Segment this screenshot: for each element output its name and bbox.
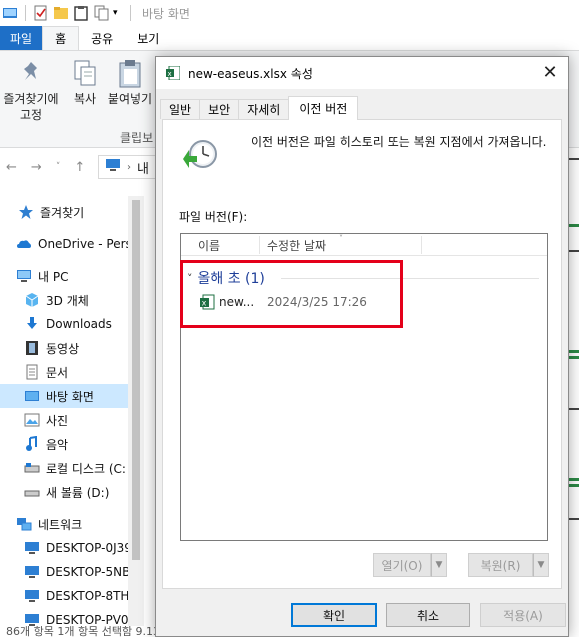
tab-general[interactable]: 일반 (160, 99, 201, 119)
address-pc-icon (105, 158, 121, 176)
star-icon (18, 204, 34, 220)
open-button[interactable]: 열기(O) (373, 553, 431, 577)
previous-versions-panel: 이전 버전은 파일 히스토리 또는 복원 지점에서 가져옵니다. 파일 버전(F… (162, 119, 562, 589)
pin-to-quick-access-button[interactable]: 즐겨찾기에 고정 (0, 59, 62, 123)
clipboard-icon[interactable] (73, 5, 89, 21)
apply-button[interactable]: 적용(A) (480, 603, 566, 627)
picture-icon (24, 412, 40, 428)
window-title: 바탕 화면 (142, 6, 190, 21)
restore-split-button: 복원(R) ▼ (468, 553, 549, 577)
drive-icon (24, 460, 40, 476)
previous-versions-description: 이전 버전은 파일 히스토리 또는 복원 지점에서 가져옵니다. (251, 135, 547, 149)
chevron-down-icon[interactable]: ▾ (113, 5, 123, 21)
properties-dialog: x new-easeus.xlsx 속성 ✕ 일반 보안 자세히 이전 버전 이… (155, 56, 569, 637)
ok-button[interactable]: 확인 (291, 603, 377, 627)
file-history-icon (181, 136, 217, 172)
recent-chevron-icon[interactable]: ˅ (56, 162, 61, 172)
sort-chevron-icon: ˅ (339, 234, 343, 243)
address-chevron-icon: › (127, 161, 131, 173)
copy-large-icon (72, 59, 98, 89)
pc-icon (16, 268, 32, 284)
nav-item-3d-objects[interactable]: 3D 개체 (24, 288, 168, 312)
restore-dropdown-chevron-icon[interactable]: ▼ (533, 553, 549, 577)
properties-icon[interactable] (33, 5, 49, 21)
nav-item-music[interactable]: 음악 (24, 432, 168, 456)
file-list-edge (568, 150, 579, 626)
cloud-icon (16, 236, 32, 252)
paste-button[interactable]: 붙여넣기 (106, 59, 154, 107)
nav-item-new-volume-d[interactable]: 새 볼륨 (D:) (24, 480, 168, 504)
music-icon (24, 436, 40, 452)
copy-button[interactable]: 복사 (68, 59, 102, 107)
excel-file-icon: x (166, 65, 181, 81)
open-dropdown-chevron-icon[interactable]: ▼ (431, 553, 447, 577)
nav-item-desktop-8th6[interactable]: DESKTOP-8TH6 (24, 584, 168, 608)
nav-scrollbar-thumb[interactable] (132, 200, 140, 560)
document-icon (24, 364, 40, 380)
column-header-name[interactable]: 이름 (198, 234, 220, 256)
nav-item-desktop-0j39[interactable]: DESKTOP-0J39 (24, 536, 168, 560)
column-header-date-modified[interactable]: 수정한 날짜 (267, 234, 326, 256)
pin-label-line1: 즐겨찾기에 (3, 92, 59, 106)
desktop-icon (24, 388, 40, 404)
address-box[interactable]: › 내 (98, 155, 158, 179)
file-versions-label: 파일 버전(F): (179, 210, 248, 224)
back-arrow-icon[interactable]: ← (6, 160, 17, 175)
tab-security[interactable]: 보안 (199, 99, 240, 119)
ribbon-tabs: 파일 홈 공유 보기 (0, 26, 579, 50)
paste-icon (117, 59, 143, 89)
drive-icon (24, 484, 40, 500)
copy-label: 복사 (73, 92, 97, 106)
computer-icon (24, 588, 40, 604)
dialog-title-bar: x new-easeus.xlsx 속성 (156, 57, 568, 89)
computer-icon (24, 564, 40, 580)
download-icon (24, 316, 40, 332)
tab-view[interactable]: 보기 (125, 26, 171, 50)
close-button[interactable]: ✕ (538, 61, 562, 85)
tab-share[interactable]: 공유 (79, 26, 125, 50)
paste-label: 붙여넣기 (107, 92, 153, 106)
film-icon (24, 340, 40, 356)
pin-icon (18, 59, 44, 89)
tab-file[interactable]: 파일 (0, 26, 43, 50)
nav-item-pictures[interactable]: 사진 (24, 408, 168, 432)
svg-text:x: x (168, 70, 172, 78)
nav-item-documents[interactable]: 문서 (24, 360, 168, 384)
nav-item-local-disk-c[interactable]: 로컬 디스크 (C: (24, 456, 168, 480)
dialog-tabs: 일반 보안 자세히 이전 버전 (160, 96, 359, 120)
cancel-button[interactable]: 취소 (386, 603, 470, 627)
network-icon (16, 516, 32, 532)
open-split-button: 열기(O) ▼ (373, 553, 447, 577)
new-folder-icon[interactable] (53, 5, 69, 21)
cube-icon (24, 292, 40, 308)
nav-scrollbar[interactable] (128, 196, 144, 626)
tab-details[interactable]: 자세히 (238, 99, 290, 119)
nav-item-downloads[interactable]: Downloads (24, 312, 168, 336)
nav-item-desktop-5nb5[interactable]: DESKTOP-5NB5 (24, 560, 168, 584)
navigation-pane: 즐겨찾기 OneDrive - Perso 내 PC 3D 개체 Downloa… (0, 196, 144, 627)
nav-item-desktop[interactable]: 바탕 화면 (0, 384, 128, 408)
quick-access-toolbar: ▾ 바탕 화면 (0, 0, 579, 26)
window-icon (2, 5, 18, 21)
dialog-title: new-easeus.xlsx 속성 (188, 66, 313, 81)
computer-icon (24, 540, 40, 556)
up-arrow-icon[interactable]: ↑ (74, 160, 85, 175)
nav-item-videos[interactable]: 동영상 (24, 336, 168, 360)
tab-home[interactable]: 홈 (42, 26, 80, 50)
copy-icon[interactable] (93, 5, 109, 21)
close-icon: ✕ (542, 62, 558, 83)
forward-arrow-icon[interactable]: → (31, 160, 42, 175)
restore-button[interactable]: 복원(R) (468, 553, 533, 577)
tab-previous-versions[interactable]: 이전 버전 (288, 96, 359, 120)
address-text: 내 (137, 161, 149, 177)
clipboard-group-label: 클립보 (120, 131, 154, 145)
pin-label-line2: 고정 (19, 108, 43, 122)
list-header: 이름 ˅ 수정한 날짜 (181, 234, 547, 256)
highlight-box (180, 260, 403, 328)
